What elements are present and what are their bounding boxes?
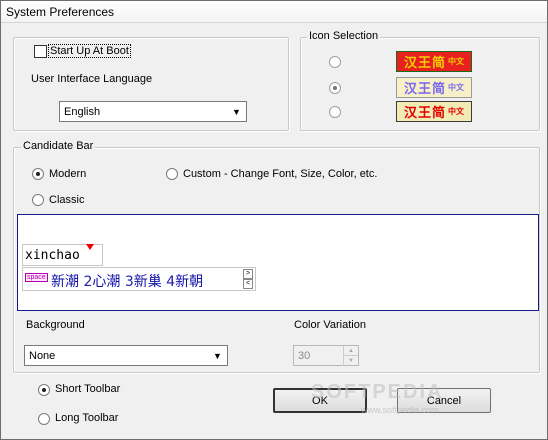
next-page-icon[interactable]: > (243, 269, 253, 279)
candidate-bar-legend: Candidate Bar (21, 140, 96, 152)
icon-option-2-radio[interactable] (329, 82, 341, 94)
language-label: User Interface Language (31, 73, 153, 85)
chevron-down-icon[interactable]: ▼ (209, 347, 226, 364)
cancel-button[interactable]: Cancel (397, 388, 491, 413)
startup-checkbox[interactable] (34, 45, 47, 58)
candidate-3[interactable]: 新巢 (134, 274, 162, 290)
candidate-4[interactable]: 新朝 (175, 274, 203, 290)
candidate-pager: > < (243, 269, 253, 289)
pinyin-composition: xinchao (22, 244, 103, 266)
icon-option-2-small: 中文 (448, 83, 464, 92)
color-variation-value: 30 (298, 350, 311, 362)
cancel-button-label: Cancel (426, 394, 462, 407)
icon-option-2-tile[interactable]: 汉王简 中文 (396, 77, 472, 98)
icon-option-1-tile[interactable]: 汉王简 中文 (396, 51, 472, 72)
custom-radio[interactable] (166, 168, 178, 180)
startup-label[interactable]: Start Up At Boot (48, 44, 131, 58)
icon-option-1-small: 中文 (448, 57, 464, 66)
candidate-1[interactable]: 新潮 (51, 274, 79, 290)
preferences-window: System Preferences Start Up At Boot User… (0, 0, 548, 440)
pinyin-text: xinchao (25, 248, 80, 263)
icon-option-3-tile[interactable]: 汉王简 中文 (396, 101, 472, 122)
icon-option-3-small: 中文 (448, 107, 464, 116)
color-variation-label: Color Variation (294, 319, 366, 331)
icon-selection-legend: Icon Selection (307, 30, 381, 42)
candidate-list: space 新潮 2心潮 3新巢 4新朝 > < (22, 267, 256, 291)
short-toolbar-radio[interactable] (38, 384, 50, 396)
language-select[interactable]: English ▼ (59, 101, 247, 122)
classic-radio[interactable] (32, 194, 44, 206)
candidate-4-number: 4 (166, 274, 176, 290)
background-label: Background (26, 319, 85, 331)
background-select[interactable]: None ▼ (24, 345, 228, 366)
icon-option-1-radio[interactable] (329, 56, 341, 68)
title-bar: System Preferences (1, 1, 547, 23)
short-toolbar-label[interactable]: Short Toolbar (55, 383, 120, 395)
candidate-items: 新潮 2心潮 3新巢 4新朝 (51, 271, 203, 291)
modern-label[interactable]: Modern (49, 168, 86, 180)
icon-option-1-text: 汉王简 (403, 56, 446, 71)
language-value: English (64, 106, 101, 118)
candidate-bar-preview: xinchao space 新潮 2心潮 3新巢 4新朝 > < (17, 214, 539, 311)
ok-button[interactable]: OK (273, 388, 367, 413)
candidate-2[interactable]: 心潮 (92, 274, 120, 290)
spinner-down-icon[interactable]: ▼ (343, 356, 358, 366)
background-value: None (29, 350, 56, 362)
candidate-3-number: 3 (124, 274, 134, 290)
modern-radio[interactable] (32, 168, 44, 180)
long-toolbar-radio[interactable] (38, 413, 50, 425)
icon-option-3-text: 汉王简 (403, 106, 446, 121)
ok-button-label: OK (312, 394, 328, 407)
spinner-up-icon[interactable]: ▲ (343, 346, 358, 356)
window-title: System Preferences (6, 5, 115, 19)
color-variation-spinner[interactable]: 30 ▲ ▼ (293, 345, 359, 366)
classic-label[interactable]: Classic (49, 194, 84, 206)
icon-option-2-text: 汉王简 (403, 82, 446, 97)
long-toolbar-label[interactable]: Long Toolbar (55, 412, 118, 424)
caret-marker-icon (86, 244, 94, 250)
custom-label[interactable]: Custom - Change Font, Size, Color, etc. (183, 168, 377, 180)
chevron-down-icon[interactable]: ▼ (228, 103, 245, 120)
icon-option-3-radio[interactable] (329, 106, 341, 118)
space-key-icon: space (25, 273, 48, 282)
prev-page-icon[interactable]: < (243, 279, 253, 289)
